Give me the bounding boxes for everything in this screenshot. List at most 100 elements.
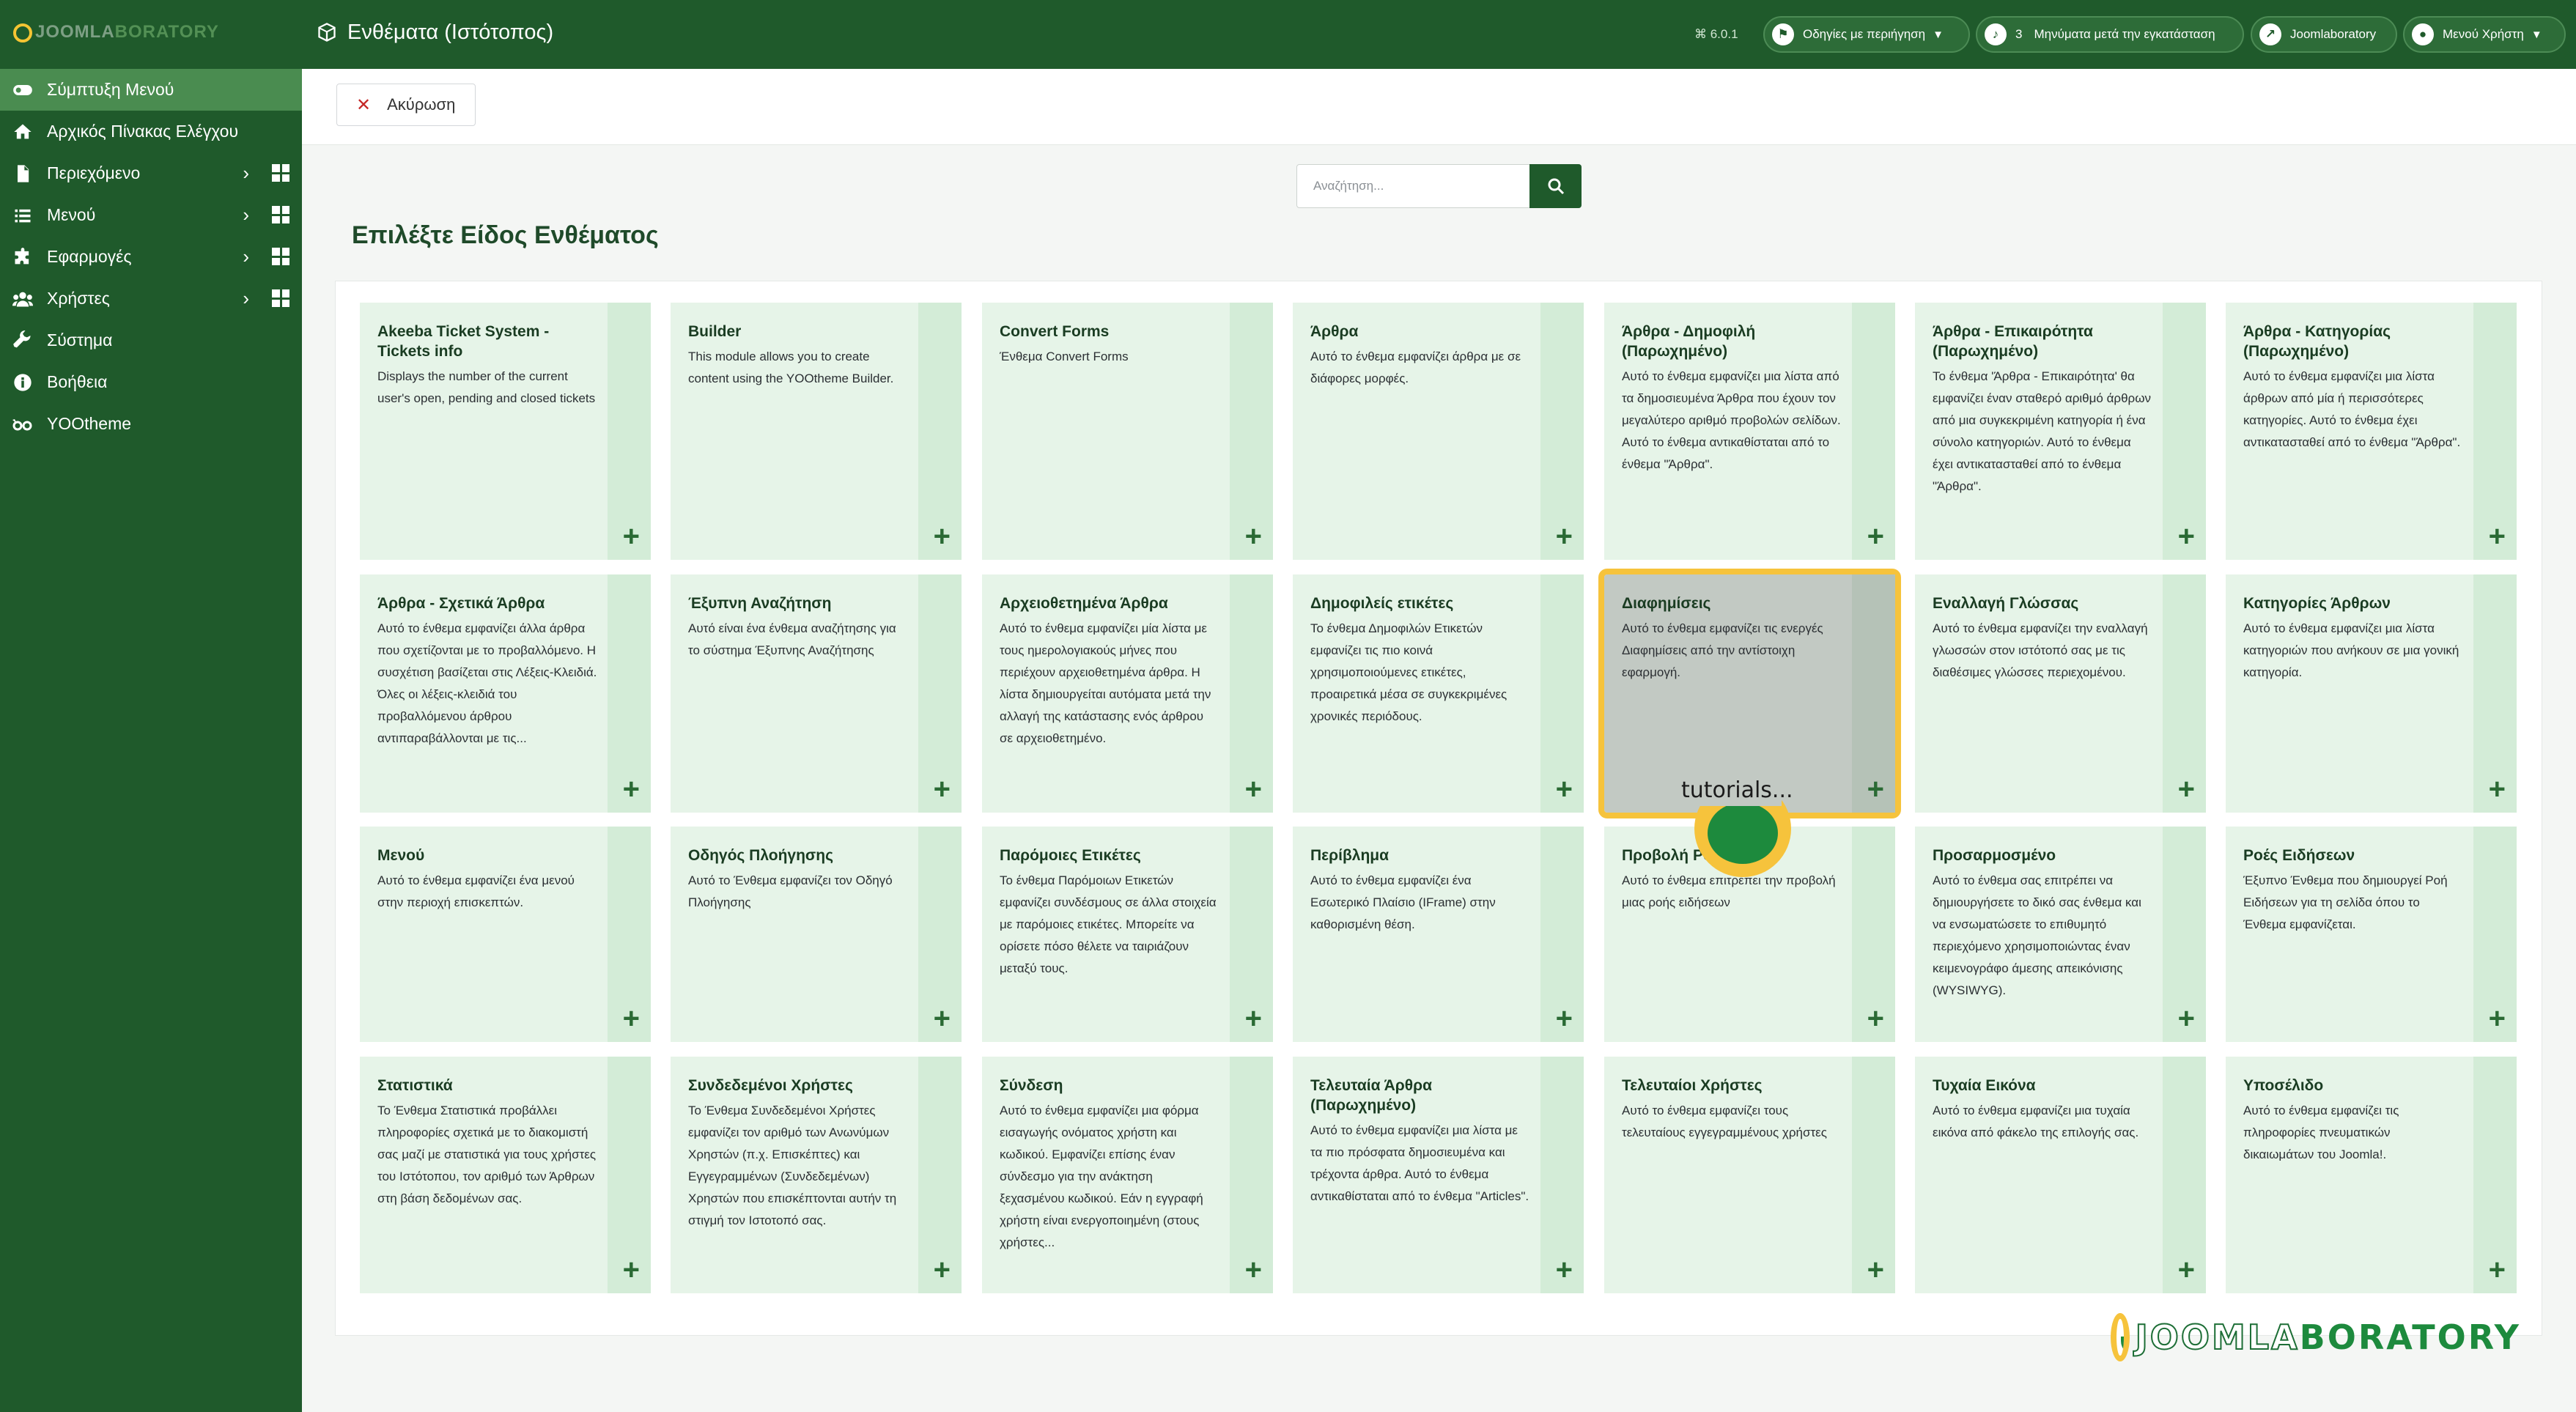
plus-icon[interactable]: + bbox=[934, 1255, 951, 1285]
module-card[interactable]: + Σύνδεση Αυτό το ένθεμα εμφανίζει μια φόρ… bbox=[982, 1057, 1273, 1293]
module-card[interactable]: + Μενού Αυτό το ένθεμα εμφανίζει ένα μενού… bbox=[360, 827, 651, 1042]
sidebar-item-8[interactable]: Βοήθεια bbox=[0, 361, 302, 403]
joomla-logo[interactable]: JOOMLABORATORY bbox=[13, 22, 218, 47]
module-title: Άρθρα - Δημοφιλή (Παρωχημένο) bbox=[1622, 323, 1756, 360]
module-card[interactable]: + Άρθρα - Σχετικά Άρθρα Αυτό το ένθεμα εμφ… bbox=[360, 574, 651, 813]
module-card[interactable]: + Convert Forms Ένθεμα Convert Forms bbox=[982, 303, 1273, 560]
puzzle-icon bbox=[12, 246, 34, 268]
module-card[interactable]: + Αρχειοθετημένα Άρθρα Αυτό το ένθεμα εμφα… bbox=[982, 574, 1273, 813]
sidebar-item-9[interactable]: YOOtheme bbox=[0, 403, 302, 445]
sidebar-item-1[interactable]: Σύμπτυξη Μενού bbox=[0, 69, 302, 111]
plus-icon[interactable]: + bbox=[623, 522, 640, 551]
module-description: Αυτό το ένθεμα εμφανίζει μια φόρμα εισαγ… bbox=[1000, 1104, 1203, 1249]
sidebar-item-3[interactable]: Περιεχόμενο › bbox=[0, 152, 302, 194]
user-menu-button[interactable]: ● Μενού Χρήστη ▼ bbox=[2403, 16, 2566, 53]
sidebar-item-6[interactable]: Χρήστες › bbox=[0, 278, 302, 319]
module-card[interactable]: + Εναλλαγή Γλώσσας Αυτό το ένθεμα εμφανίζε… bbox=[1915, 574, 2206, 813]
dashboard-grid-icon[interactable] bbox=[272, 248, 289, 265]
plus-icon[interactable]: + bbox=[2178, 1255, 2195, 1285]
plus-icon[interactable]: + bbox=[1556, 1255, 1573, 1285]
sidebar-item-5[interactable]: Εφαρμογές › bbox=[0, 236, 302, 278]
plus-icon[interactable]: + bbox=[1556, 522, 1573, 551]
search-button[interactable] bbox=[1529, 164, 1582, 208]
chevron-right-icon[interactable]: › bbox=[243, 289, 249, 308]
watermark-logo: JOOMLABORATORY bbox=[2111, 1311, 2521, 1364]
plus-icon[interactable]: + bbox=[934, 522, 951, 551]
module-card[interactable]: + Κατηγορίες Άρθρων Αυτό το ένθεμα εμφανίζ… bbox=[2226, 574, 2517, 813]
dashboard-grid-icon[interactable] bbox=[272, 164, 289, 182]
module-title: Συνδεδεμένοι Χρήστες bbox=[688, 1077, 853, 1094]
plus-icon[interactable]: + bbox=[623, 775, 640, 804]
module-card[interactable]: + Στατιστικά Το Ένθεμα Στατιστικά προβάλλε… bbox=[360, 1057, 651, 1293]
sidebar-item-2[interactable]: Αρχικός Πίνακας Ελέγχου bbox=[0, 111, 302, 152]
module-card[interactable]: + Άρθρα - Επικαιρότητα (Παρωχημένο) Το ένθ… bbox=[1915, 303, 2206, 560]
plus-icon[interactable]: + bbox=[623, 1004, 640, 1033]
dashboard-grid-icon[interactable] bbox=[272, 206, 289, 223]
chevron-right-icon[interactable]: › bbox=[243, 247, 249, 266]
module-title: Στατιστικά bbox=[377, 1077, 453, 1094]
plus-icon[interactable]: + bbox=[2178, 522, 2195, 551]
module-card[interactable]: + Akeeba Ticket System - Tickets info Disp… bbox=[360, 303, 651, 560]
plus-icon[interactable]: + bbox=[1867, 522, 1884, 551]
module-card[interactable]: + Ροές Ειδήσεων Έξυπνο Ένθεμα που δημιουργ… bbox=[2226, 827, 2517, 1042]
dashboard-grid-icon[interactable] bbox=[272, 289, 289, 307]
module-card[interactable]: + Οδηγός Πλοήγησης Αυτό το Ένθεμα εμφανίζε… bbox=[671, 827, 962, 1042]
module-card[interactable]: + Builder This module allows you to create… bbox=[671, 303, 962, 560]
cancel-button[interactable]: ✕ Ακύρωση bbox=[336, 84, 476, 126]
module-card[interactable]: + Συνδεδεμένοι Χρήστες Το Ένθεμα Συνδεδεμέ… bbox=[671, 1057, 962, 1293]
sidebar-item-label: YOOtheme bbox=[47, 414, 132, 433]
plus-icon[interactable]: + bbox=[2489, 775, 2506, 804]
sidebar-item-4[interactable]: Μενού › bbox=[0, 194, 302, 236]
module-card[interactable]: + Παρόμοιες Ετικέτες Το ένθεμα Παρόμοιων Ε… bbox=[982, 827, 1273, 1042]
module-description: Αυτό το ένθεμα εμφανίζει μια τυχαία εικό… bbox=[1933, 1104, 2139, 1139]
plus-icon[interactable]: + bbox=[1245, 1255, 1262, 1285]
module-card[interactable]: + Δημοφιλείς ετικέτες Το ένθεμα Δημοφιλών … bbox=[1293, 574, 1584, 813]
plus-icon[interactable]: + bbox=[1867, 1004, 1884, 1033]
plus-icon[interactable]: + bbox=[623, 1255, 640, 1285]
module-title: Σύνδεση bbox=[1000, 1077, 1063, 1094]
plus-icon[interactable]: + bbox=[1556, 775, 1573, 804]
search-input[interactable] bbox=[1297, 165, 1530, 207]
plus-icon[interactable]: + bbox=[1867, 775, 1884, 804]
guided-tours-button[interactable]: ⚑ Οδηγίες με περιήγηση ▼ bbox=[1763, 16, 1970, 53]
module-card[interactable]: + Προσαρμοσμένο Αυτό το ένθεμα σας επιτρέπ… bbox=[1915, 827, 2206, 1042]
module-card[interactable]: + Άρθρα - Κατηγορίας (Παρωχημένο) Αυτό το … bbox=[2226, 303, 2517, 560]
plus-icon[interactable]: + bbox=[1867, 1255, 1884, 1285]
plus-icon[interactable]: + bbox=[1556, 1004, 1573, 1033]
plus-icon[interactable]: + bbox=[934, 1004, 951, 1033]
plus-icon[interactable]: + bbox=[2489, 522, 2506, 551]
sidebar-item-label: Σύμπτυξη Μενού bbox=[47, 80, 174, 99]
module-card[interactable]: + Περίβλημα Αυτό το ένθεμα εμφανίζει ένα Ε… bbox=[1293, 827, 1584, 1042]
plus-icon[interactable]: + bbox=[1245, 775, 1262, 804]
module-description: Αυτό το ένθεμα εμφανίζει τους τελευταίου… bbox=[1622, 1104, 1827, 1139]
module-card[interactable]: + Άρθρα Αυτό το ένθεμα εμφανίζει άρθρα με … bbox=[1293, 303, 1584, 560]
plus-icon[interactable]: + bbox=[2178, 1004, 2195, 1033]
plus-icon[interactable]: + bbox=[2178, 775, 2195, 804]
module-title: Άρθρα - Σχετικά Άρθρα bbox=[377, 595, 545, 612]
plus-icon[interactable]: + bbox=[934, 775, 951, 804]
notifications-count: 3 bbox=[2015, 27, 2023, 41]
toggle-icon bbox=[12, 79, 34, 101]
plus-icon[interactable]: + bbox=[2489, 1255, 2506, 1285]
module-description: Displays the number of the current user'… bbox=[377, 369, 596, 405]
module-card[interactable]: + Άρθρα - Δημοφιλή (Παρωχημένο) Αυτό το έν… bbox=[1604, 303, 1895, 560]
module-description: Αυτό το ένθεμα εμφανίζει τις πληροφορίες… bbox=[2243, 1104, 2399, 1161]
post-install-messages-button[interactable]: ♪ 3 Μηνύματα μετά την εγκατάσταση bbox=[1976, 16, 2244, 53]
site-link-button[interactable]: ↗ Joomlaboratory bbox=[2251, 16, 2397, 53]
module-card[interactable]: + Τυχαία Εικόνα Αυτό το ένθεμα εμφανίζει μ… bbox=[1915, 1057, 2206, 1293]
module-card[interactable]: + Τελευταίοι Χρήστες Αυτό το ένθεμα εμφανί… bbox=[1604, 1057, 1895, 1293]
plus-icon[interactable]: + bbox=[1245, 1004, 1262, 1033]
plus-icon[interactable]: + bbox=[2489, 1004, 2506, 1033]
module-title: Akeeba Ticket System - Tickets info bbox=[377, 323, 550, 360]
chevron-right-icon[interactable]: › bbox=[243, 205, 249, 224]
chevron-right-icon[interactable]: › bbox=[243, 163, 249, 182]
plus-icon[interactable]: + bbox=[1245, 522, 1262, 551]
module-title: Convert Forms bbox=[1000, 323, 1110, 340]
module-card[interactable]: + Τελευταία Άρθρα (Παρωχημένο) Αυτό το ένθ… bbox=[1293, 1057, 1584, 1293]
module-title: Τελευταία Άρθρα (Παρωχημένο) bbox=[1310, 1077, 1433, 1114]
sidebar-item-7[interactable]: Σύστημα bbox=[0, 319, 302, 361]
module-card[interactable]: + Έξυπνη Αναζήτηση Αυτό είναι ένα ένθεμα α… bbox=[671, 574, 962, 813]
module-title: Αρχειοθετημένα Άρθρα bbox=[1000, 595, 1168, 612]
module-card[interactable]: + Υποσέλιδο Αυτό το ένθεμα εμφανίζει τις π… bbox=[2226, 1057, 2517, 1293]
users-icon bbox=[12, 288, 34, 310]
